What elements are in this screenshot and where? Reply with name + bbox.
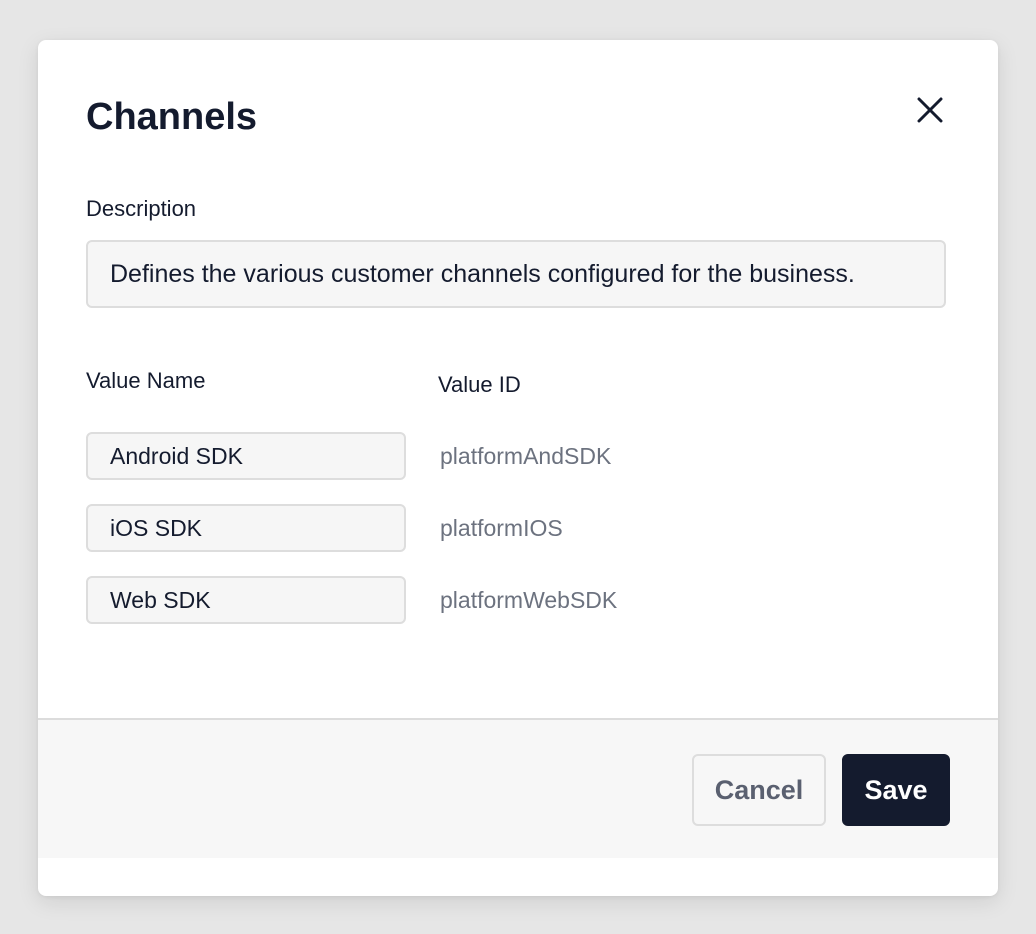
- value-id: platformIOS: [440, 514, 563, 541]
- save-button[interactable]: Save: [842, 754, 950, 826]
- value-id-header: Value ID: [438, 372, 521, 397]
- value-row: Web SDK platformWebSDK: [86, 576, 946, 624]
- value-name-input[interactable]: Web SDK: [86, 576, 406, 624]
- description-label: Description: [86, 196, 197, 221]
- value-name-input[interactable]: Android SDK: [86, 432, 406, 480]
- close-button[interactable]: [912, 92, 948, 128]
- dialog-footer: Cancel Save: [38, 718, 998, 858]
- close-icon: [917, 97, 943, 123]
- value-row: iOS SDK platformIOS: [86, 504, 946, 552]
- description-field[interactable]: Defines the various customer channels co…: [86, 240, 946, 308]
- value-id: platformWebSDK: [440, 586, 618, 613]
- value-id: platformAndSDK: [440, 442, 612, 469]
- value-name-input[interactable]: iOS SDK: [86, 504, 406, 552]
- channels-dialog: Channels Description Defines the various…: [38, 40, 998, 896]
- dialog-title: Channels: [86, 96, 258, 138]
- value-row: Android SDK platformAndSDK: [86, 432, 946, 480]
- cancel-button[interactable]: Cancel: [692, 754, 826, 826]
- value-name-header: Value Name: [86, 368, 206, 393]
